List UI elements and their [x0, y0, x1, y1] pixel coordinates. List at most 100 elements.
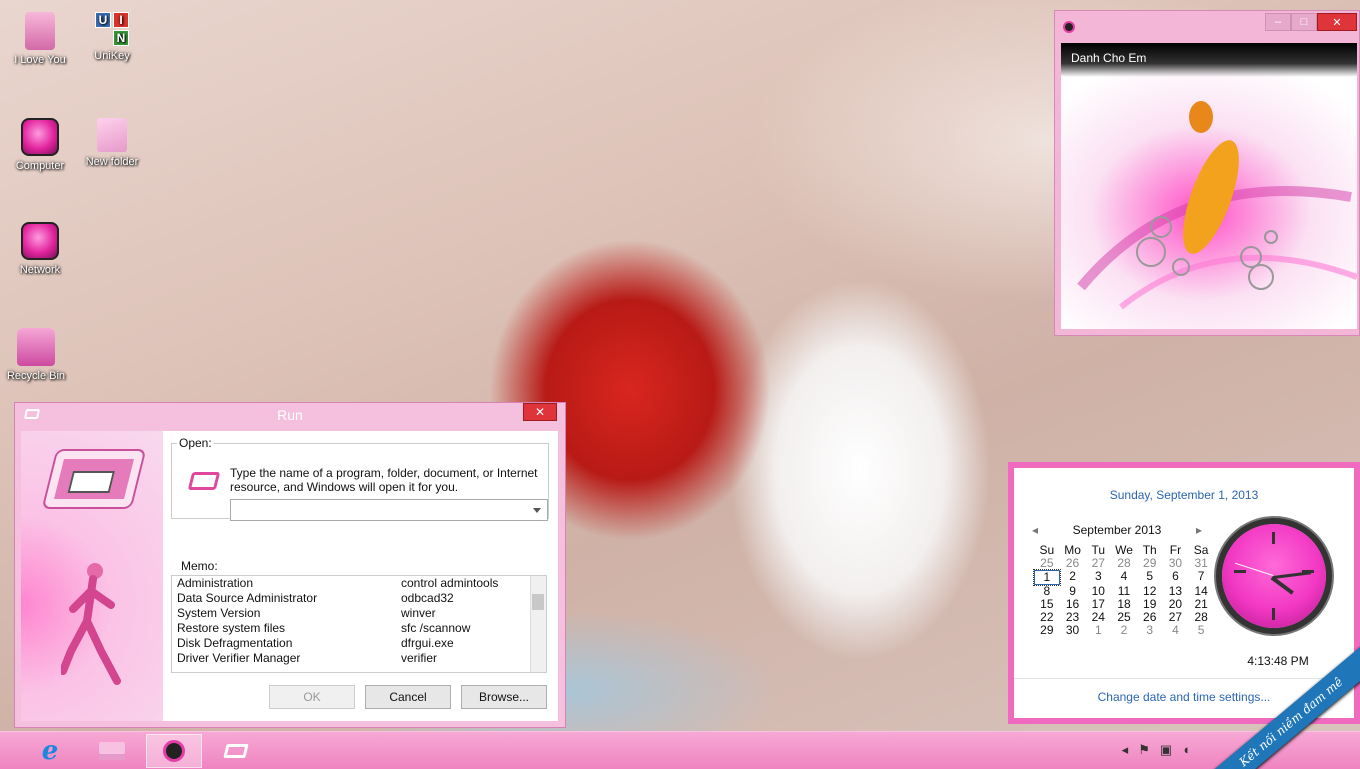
- recycle-bin-icon: [17, 328, 55, 366]
- run-program-icon: [187, 472, 221, 490]
- list-item[interactable]: Administration control admintools: [172, 576, 546, 591]
- close-button[interactable]: ✕: [1317, 13, 1357, 31]
- desktop-icon-i-love-you[interactable]: I Love You: [8, 12, 72, 66]
- unikey-icon: U I N: [95, 12, 129, 46]
- memo-command: dfrgui.exe: [401, 636, 454, 650]
- memo-name: System Version: [177, 606, 261, 620]
- taskbar-media-player[interactable]: [146, 734, 202, 768]
- calendar-day[interactable]: 1: [1085, 624, 1111, 637]
- desktop-icon-label: Network: [19, 264, 61, 276]
- divider: [1014, 678, 1354, 679]
- memo-command: odbcad32: [401, 591, 454, 605]
- desktop-icon-computer[interactable]: Computer: [8, 118, 72, 172]
- memo-command: winver: [401, 606, 436, 620]
- network-tray-icon[interactable]: ▣: [1160, 742, 1172, 758]
- run-description: Type the name of a program, folder, docu…: [230, 466, 538, 494]
- media-player-window: – □ ✕ Danh Cho Em: [1054, 10, 1360, 336]
- run-dialog: Run ✕ Type the name of a program, folder…: [14, 402, 566, 728]
- desktop-icon-unikey[interactable]: U I N UniKey: [80, 12, 144, 62]
- run-content: Type the name of a program, folder, docu…: [163, 431, 558, 721]
- ok-button[interactable]: OK: [269, 685, 355, 709]
- run-side-artwork: [21, 431, 163, 721]
- folder-icon: [97, 118, 127, 152]
- computer-icon: [21, 118, 59, 156]
- desktop-icon-new-folder[interactable]: New folder: [80, 118, 144, 168]
- cancel-button[interactable]: Cancel: [365, 685, 451, 709]
- run-icon: [223, 744, 249, 758]
- player-titlebar[interactable]: – □ ✕: [1055, 11, 1359, 41]
- calendar-day[interactable]: 2: [1060, 570, 1086, 585]
- desktop-icon-label: UniKey: [94, 50, 130, 62]
- koi-fish-artwork: [1077, 101, 1357, 310]
- list-item[interactable]: Driver Verifier Manager verifier: [172, 651, 546, 666]
- memo-name: Data Source Administrator: [177, 591, 318, 605]
- i-love-you-icon: [25, 12, 55, 50]
- chevron-down-icon[interactable]: [533, 508, 541, 513]
- minute-hand: [1273, 571, 1312, 579]
- action-center-icon[interactable]: ⚑: [1138, 742, 1150, 758]
- run-large-icon: [44, 451, 144, 507]
- calendar-day[interactable]: 3: [1085, 570, 1111, 585]
- calendar-day[interactable]: 2: [1111, 624, 1137, 637]
- taskbar-run[interactable]: [208, 734, 264, 768]
- calendar-flyout: Sunday, September 1, 2013 ◂ September 20…: [1008, 462, 1360, 724]
- calendar-day[interactable]: 4: [1163, 624, 1189, 637]
- desktop-icon-recycle-bin[interactable]: Recycle Bin: [4, 328, 68, 382]
- calendar-day[interactable]: 5: [1188, 624, 1214, 637]
- clock-tick: [1234, 570, 1246, 573]
- list-item[interactable]: Restore system files sfc /scannow: [172, 621, 546, 636]
- calendar-day[interactable]: 30: [1060, 624, 1086, 637]
- analog-clock: [1222, 524, 1326, 628]
- desktop-icon-network[interactable]: Network: [8, 222, 72, 276]
- player-app-icon: [1063, 21, 1075, 33]
- memo-list[interactable]: Administration control admintools Data So…: [171, 575, 547, 673]
- folder-icon: [99, 742, 125, 760]
- close-button[interactable]: ✕: [523, 403, 557, 421]
- memo-name: Restore system files: [177, 621, 286, 635]
- open-combobox-value: [231, 503, 235, 517]
- running-figure-icon: [61, 563, 121, 685]
- list-item[interactable]: Data Source Administrator odbcad32: [172, 591, 546, 606]
- taskbar-internet-explorer[interactable]: e: [22, 734, 78, 768]
- open-label: Open:: [177, 436, 214, 450]
- open-combobox[interactable]: [230, 499, 548, 521]
- next-month-button[interactable]: ▸: [1196, 523, 1202, 537]
- memo-scrollbar-thumb[interactable]: [532, 594, 544, 610]
- memo-scrollbar[interactable]: [530, 576, 546, 672]
- month-header: ◂ September 2013 ▸: [1032, 523, 1202, 537]
- calendar-day[interactable]: 29: [1034, 624, 1060, 637]
- month-label[interactable]: September 2013: [1073, 523, 1162, 537]
- calendar-day[interactable]: 5: [1137, 570, 1163, 585]
- clock-tick: [1272, 608, 1275, 620]
- run-icon: [23, 409, 41, 419]
- memo-command: verifier: [401, 651, 438, 665]
- internet-explorer-icon: e: [41, 736, 59, 766]
- calendar-day-today[interactable]: 1: [1033, 569, 1061, 586]
- run-titlebar[interactable]: Run ✕: [15, 403, 565, 427]
- calendar-day[interactable]: 7: [1188, 570, 1214, 585]
- calendar-grid: Su Mo Tu We Th Fr Sa 25 26 27 28 29 30 31 1 2 3 4 5 6 7 8 9 10 1…: [1033, 544, 1214, 637]
- digital-time: 4:13:48 PM: [1247, 654, 1309, 668]
- player-window-controls: – □ ✕: [1265, 13, 1357, 31]
- calendar-day[interactable]: 25: [1034, 557, 1060, 570]
- list-item[interactable]: Disk Defragmentation dfrgui.exe: [172, 636, 546, 651]
- memo-name: Administration: [177, 576, 254, 590]
- taskbar-file-explorer[interactable]: [84, 734, 140, 768]
- browse-button[interactable]: Browse...: [461, 685, 547, 709]
- volume-icon[interactable]: ◖: [1182, 742, 1190, 758]
- prev-month-button[interactable]: ◂: [1032, 523, 1038, 537]
- maximize-button[interactable]: □: [1291, 13, 1317, 31]
- calendar-day[interactable]: 4: [1111, 570, 1137, 585]
- show-hidden-icons-button[interactable]: ◂: [1122, 742, 1129, 758]
- calendar-day[interactable]: 6: [1163, 570, 1189, 585]
- list-item[interactable]: System Version winver: [172, 606, 546, 621]
- system-tray: ◂ ⚑ ▣ ◖: [1122, 742, 1190, 758]
- album-art: Danh Cho Em: [1061, 43, 1357, 329]
- calendar-day[interactable]: 3: [1137, 624, 1163, 637]
- open-group: Type the name of a program, folder, docu…: [171, 443, 549, 521]
- run-title: Run: [277, 407, 303, 423]
- memo-label: Memo:: [181, 559, 218, 573]
- unikey-letter-i: I: [113, 12, 129, 28]
- minimize-button[interactable]: –: [1265, 13, 1291, 31]
- network-icon: [21, 222, 59, 260]
